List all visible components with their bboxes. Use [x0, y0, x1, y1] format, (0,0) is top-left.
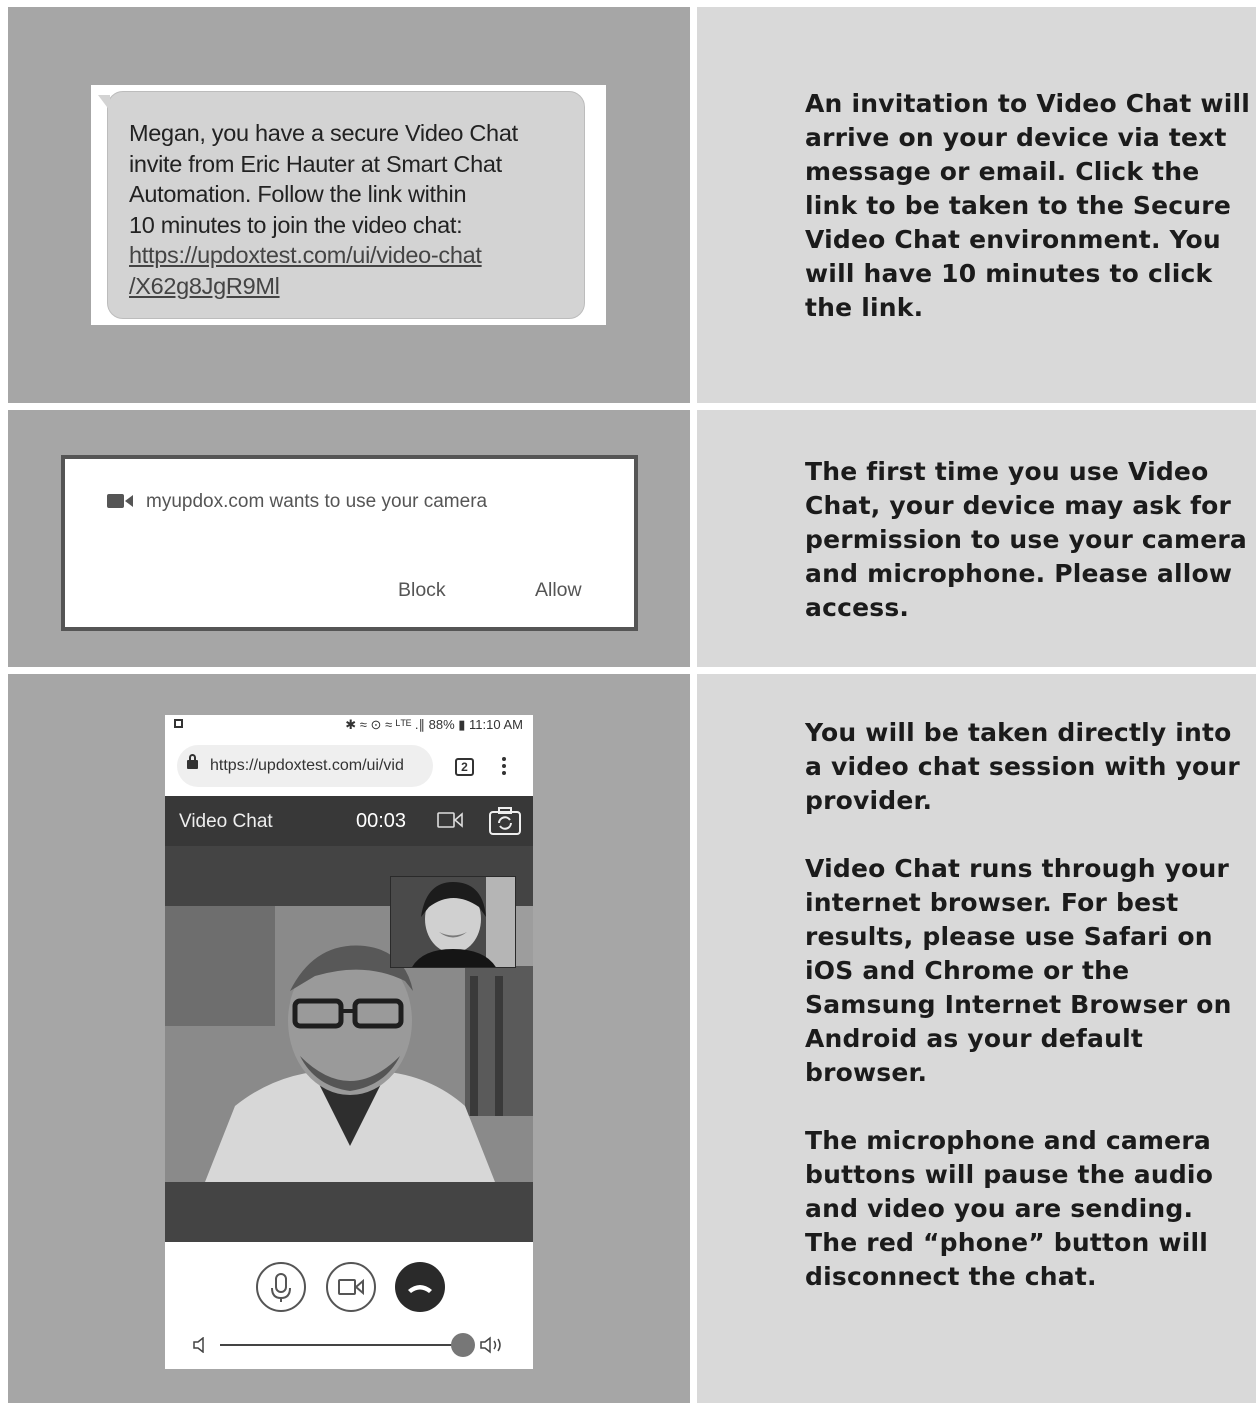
status-indicators: ✱ ≈ ⊙ ≈ ᴸᵀᴱ .∥ 88% ▮ 11:10 AM	[345, 717, 523, 732]
sms-bubble: Megan, you have a secure Video Chat invi…	[107, 91, 585, 319]
address-bar[interactable]: https://updoxtest.com/ui/vid	[177, 745, 433, 787]
microphone-icon	[271, 1273, 291, 1302]
microphone-button[interactable]	[256, 1262, 306, 1312]
step1-description: An invitation to Video Chat will arrive …	[805, 87, 1253, 325]
video-area	[165, 846, 533, 1242]
url-text: https://updoxtest.com/ui/vid	[210, 757, 404, 774]
camera-toggle-button[interactable]	[326, 1262, 376, 1312]
step2-text-panel: The first time you use Video Chat, your …	[697, 410, 1256, 667]
flip-camera-icon[interactable]	[489, 807, 521, 835]
step3-text-intro: You will be taken directly into a video …	[805, 718, 1240, 815]
step2-description: The first time you use Video Chat, your …	[805, 455, 1253, 625]
block-button[interactable]: Block	[398, 579, 446, 602]
step2-text: The first time you use Video Chat, your …	[805, 457, 1247, 622]
sms-line: 10 minutes to join the video chat:	[129, 211, 463, 238]
hang-up-icon	[408, 1285, 432, 1293]
call-timer: 00:03	[356, 810, 407, 832]
volume-high-icon	[480, 1336, 501, 1354]
sms-screenshot: Megan, you have a secure Video Chat invi…	[91, 85, 606, 325]
status-bar: ✱ ≈ ⊙ ≈ ᴸᵀᴱ .∥ 88% ▮ 11:10 AM	[165, 715, 533, 735]
end-call-button[interactable]	[395, 1262, 445, 1312]
step1-text: An invitation to Video Chat will arrive …	[805, 89, 1251, 322]
video-chat-title: Video Chat	[179, 811, 273, 832]
camera-icon[interactable]	[437, 811, 463, 829]
step3-description: You will be taken directly into a video …	[805, 716, 1253, 1294]
lock-icon	[187, 754, 198, 769]
video-camera-icon	[107, 494, 133, 508]
camera-permission-dialog: myupdox.com wants to use your camera Blo…	[61, 455, 638, 631]
sms-line: invite from Eric Hauter at Smart Chat	[129, 150, 502, 177]
permission-message: myupdox.com wants to use your camera	[146, 491, 488, 512]
notification-icon	[174, 719, 183, 728]
volume-slider-track[interactable]	[220, 1344, 460, 1346]
volume-slider-handle[interactable]	[451, 1333, 475, 1357]
sms-bubble-tail	[98, 95, 110, 111]
sms-message: Megan, you have a secure Video Chat invi…	[129, 118, 569, 301]
sms-video-chat-link-continued[interactable]: /X62g8JgR9Ml	[129, 271, 569, 302]
step3-text-browser: Video Chat runs through your internet br…	[805, 854, 1232, 1087]
self-preview	[390, 876, 516, 968]
video-chat-header: Video Chat 00:03	[165, 796, 533, 846]
step3-text-panel: You will be taken directly into a video …	[697, 674, 1256, 1403]
allow-button[interactable]: Allow	[535, 579, 582, 602]
sms-line: Automation. Follow the link within	[129, 181, 467, 207]
more-menu-icon[interactable]	[502, 757, 506, 777]
volume-low-icon	[193, 1337, 204, 1353]
tab-switcher-button[interactable]: 2	[455, 758, 474, 776]
sms-video-chat-link[interactable]: https://updoxtest.com/ui/video-chat	[129, 240, 569, 271]
call-controls	[165, 1242, 533, 1369]
phone-screenshot: ✱ ≈ ⊙ ≈ ᴸᵀᴱ .∥ 88% ▮ 11:10 AM https://up…	[165, 715, 533, 1369]
step1-text-panel: An invitation to Video Chat will arrive …	[697, 7, 1256, 403]
step3-text-controls: The microphone and camera buttons will p…	[805, 1126, 1214, 1291]
self-participant-image	[391, 877, 515, 967]
video-camera-icon	[338, 1278, 364, 1296]
sms-line: Megan, you have a secure Video Chat	[129, 120, 518, 146]
